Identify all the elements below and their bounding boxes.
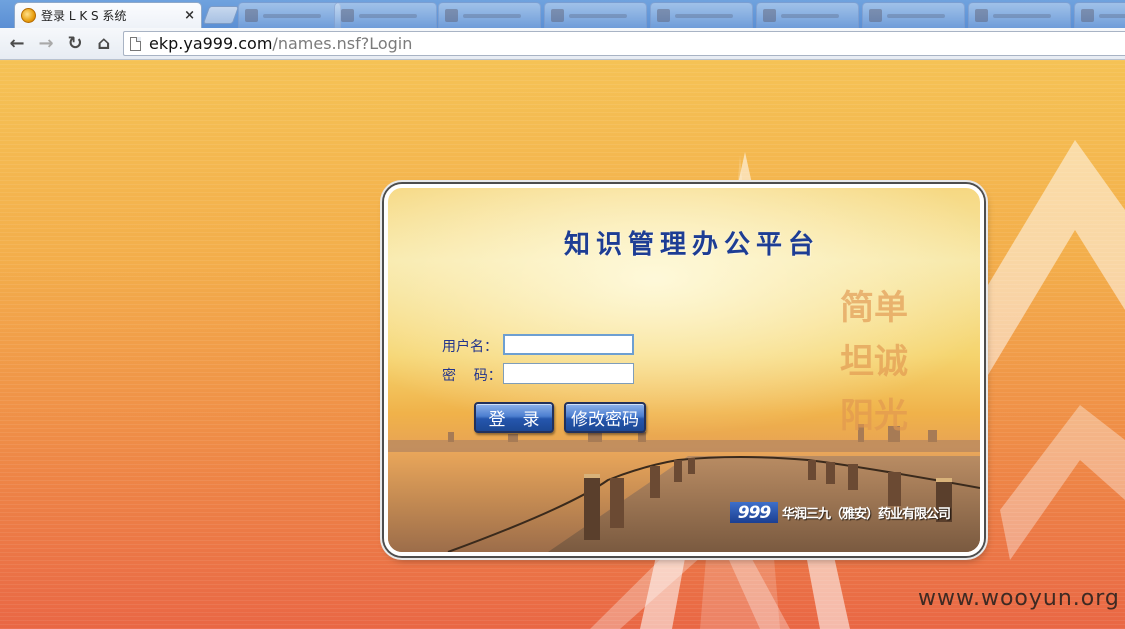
browser-toolbar: ← → ↻ ⌂ ekp.ya999.com/names.nsf?Login <box>0 28 1125 60</box>
address-bar[interactable]: ekp.ya999.com/names.nsf?Login <box>123 31 1125 56</box>
slogan-line-3: 阳光 <box>840 396 908 436</box>
company-name: 华润三九（雅安）药业有限公司 <box>782 507 951 522</box>
tab-background[interactable] <box>756 2 859 28</box>
username-input[interactable] <box>503 334 634 355</box>
login-panel: 知识管理办公平台 简单 坦诚 阳光 用户名： 密 码： 登 录 修改密码 999… <box>384 184 984 556</box>
forward-arrow-icon[interactable]: → <box>35 33 57 55</box>
home-icon[interactable]: ⌂ <box>93 33 115 55</box>
tab-background[interactable] <box>544 2 647 28</box>
back-arrow-icon[interactable]: ← <box>6 33 28 55</box>
password-label: 密 码： <box>442 368 502 384</box>
tab-active[interactable]: 登录 L K S 系统 × <box>14 2 202 28</box>
favicon-icon <box>21 8 36 23</box>
tab-background[interactable] <box>238 2 341 28</box>
company-brand: 999 华润三九（雅安）药业有限公司 <box>730 502 951 523</box>
username-label: 用户名： <box>442 339 498 355</box>
login-button[interactable]: 登 录 <box>474 402 554 433</box>
tab-background[interactable] <box>438 2 541 28</box>
page-background: 知识管理办公平台 简单 坦诚 阳光 用户名： 密 码： 登 录 修改密码 999… <box>0 60 1125 629</box>
tab-background[interactable] <box>968 2 1071 28</box>
brand-logo: 999 <box>730 502 778 523</box>
tab-background[interactable] <box>1074 2 1125 28</box>
change-password-button[interactable]: 修改密码 <box>564 402 646 433</box>
platform-title: 知识管理办公平台 <box>564 230 821 260</box>
slogan-line-1: 简单 <box>840 288 908 328</box>
watermark-text: www.wooyun.org <box>918 586 1120 611</box>
tab-background[interactable] <box>650 2 753 28</box>
tab-background[interactable] <box>334 2 437 28</box>
tab-strip: 登录 L K S 系统 × <box>0 0 1125 28</box>
tab-background[interactable] <box>862 2 965 28</box>
url-path: /names.nsf?Login <box>272 34 413 53</box>
password-input[interactable] <box>503 363 634 384</box>
url-host: ekp.ya999.com <box>149 34 273 53</box>
new-tab-button[interactable] <box>202 6 240 24</box>
slogan-line-2: 坦诚 <box>840 342 908 382</box>
tab-close-icon[interactable]: × <box>184 8 195 23</box>
reload-icon[interactable]: ↻ <box>64 33 86 55</box>
page-icon <box>130 36 141 51</box>
tab-title: 登录 L K S 系统 <box>41 9 127 23</box>
